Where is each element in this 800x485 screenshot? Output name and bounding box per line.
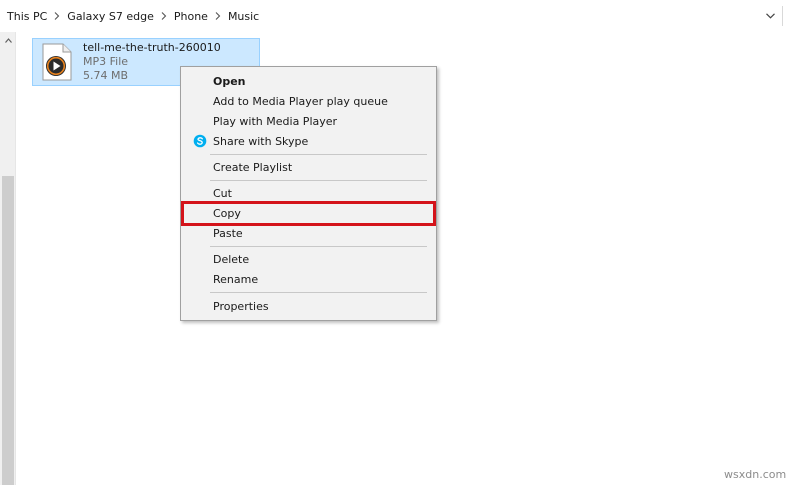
menu-item-share-with-skype[interactable]: Share with Skype (183, 131, 434, 151)
copy-highlight-box (181, 201, 436, 226)
scroll-up-arrow-icon[interactable] (0, 32, 16, 48)
menu-item-add-to-queue[interactable]: Add to Media Player play queue (183, 91, 434, 111)
menu-item-create-playlist[interactable]: Create Playlist (183, 157, 434, 177)
breadcrumb-this-pc[interactable]: This PC (4, 10, 50, 23)
chevron-down-icon[interactable] (762, 7, 778, 25)
file-name: tell-me-the-truth-260010 (83, 41, 221, 54)
chevron-right-icon[interactable] (50, 4, 64, 28)
context-menu: Open Add to Media Player play queue Play… (180, 66, 437, 321)
menu-item-paste[interactable]: Paste (183, 223, 434, 243)
menu-item-open[interactable]: Open (183, 71, 434, 91)
menu-item-play-with-media-player[interactable]: Play with Media Player (183, 111, 434, 131)
menu-item-cut[interactable]: Cut (183, 183, 434, 203)
menu-item-label: Share with Skype (213, 134, 309, 148)
chevron-right-icon[interactable] (211, 4, 225, 28)
menu-separator (210, 246, 427, 247)
breadcrumb: This PC Galaxy S7 edge Phone Music (4, 4, 262, 28)
chevron-right-icon[interactable] (157, 4, 171, 28)
media-file-icon (41, 43, 73, 81)
scrollbar-thumb[interactable] (2, 176, 14, 485)
watermark: wsxdn.com (724, 468, 787, 481)
breadcrumb-phone[interactable]: Phone (171, 10, 211, 23)
divider (782, 6, 783, 26)
breadcrumb-galaxy-s7-edge[interactable]: Galaxy S7 edge (64, 10, 157, 23)
menu-item-properties[interactable]: Properties (183, 296, 434, 316)
menu-separator (210, 154, 427, 155)
menu-item-rename[interactable]: Rename (183, 269, 434, 289)
menu-item-delete[interactable]: Delete (183, 249, 434, 269)
refresh-button[interactable] (785, 7, 800, 25)
breadcrumb-music[interactable]: Music (225, 10, 262, 23)
skype-icon (193, 134, 207, 148)
menu-separator (210, 292, 427, 293)
address-bar[interactable]: This PC Galaxy S7 edge Phone Music (0, 4, 800, 28)
vertical-scrollbar[interactable] (0, 32, 16, 485)
menu-separator (210, 180, 427, 181)
